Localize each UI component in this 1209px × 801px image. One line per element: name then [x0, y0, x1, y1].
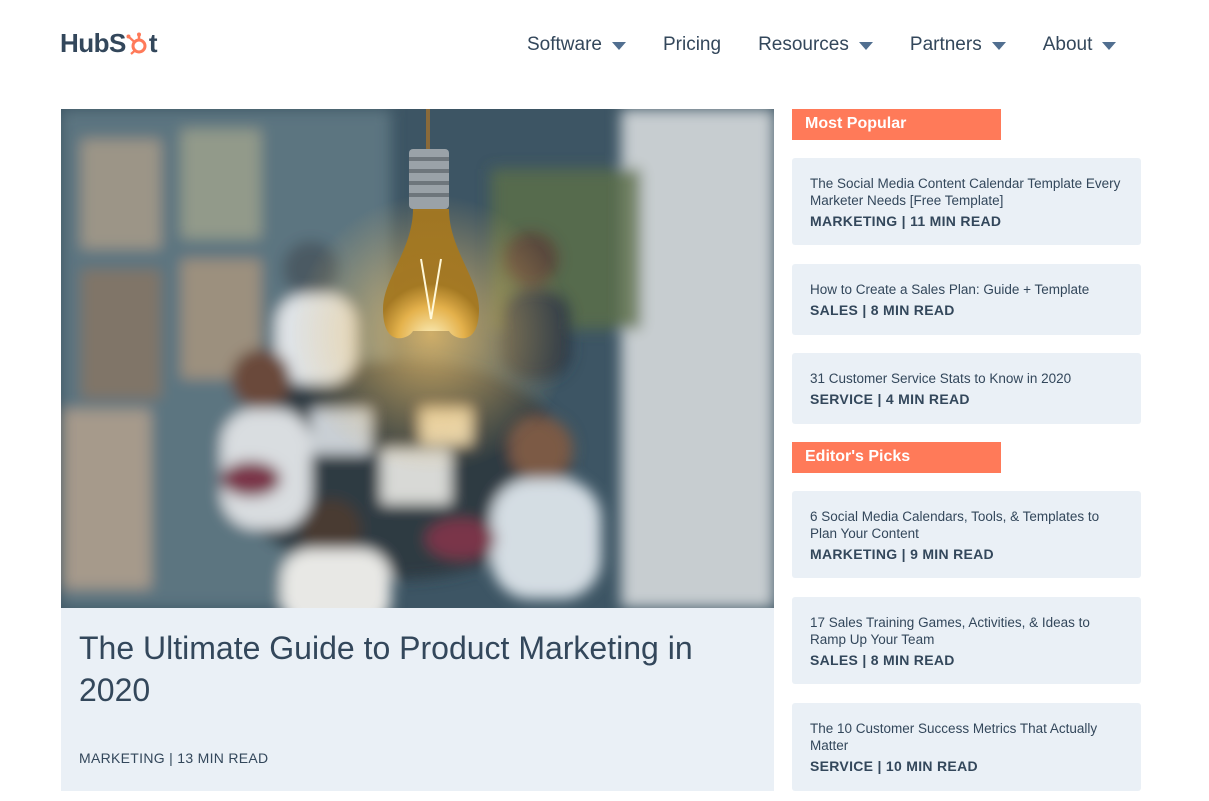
popular-article-meta: SERVICE | 4 MIN READ [810, 391, 970, 407]
chevron-down-icon [858, 42, 873, 50]
featured-article-title[interactable]: The Ultimate Guide to Product Marketing … [79, 627, 759, 711]
editors-pick-card[interactable]: The 10 Customer Success Metrics That Act… [792, 703, 1141, 791]
hubspot-logo[interactable]: HubS t [60, 28, 158, 59]
editors-pick-card[interactable]: 6 Social Media Calendars, Tools, & Templ… [792, 491, 1141, 578]
logo-text-hub: HubS [60, 28, 126, 58]
nav-about-label: About [1042, 34, 1093, 55]
featured-article-card[interactable]: The Ultimate Guide to Product Marketing … [61, 109, 774, 791]
editors-pick-title[interactable]: 6 Social Media Calendars, Tools, & Templ… [810, 508, 1123, 542]
lightbulb-meeting-photo-icon [61, 109, 774, 608]
nav-partners-label: Partners [909, 34, 982, 55]
nav-about[interactable]: About [1043, 34, 1117, 56]
nav-resources[interactable]: Resources [758, 34, 873, 56]
editors-pick-card[interactable]: 17 Sales Training Games, Activities, & I… [792, 597, 1141, 684]
editors-pick-title[interactable]: The 10 Customer Success Metrics That Act… [810, 720, 1123, 754]
logo-text-t: t [148, 28, 158, 58]
most-popular-heading: Most Popular [792, 109, 1001, 140]
popular-article-card[interactable]: The Social Media Content Calendar Templa… [792, 158, 1141, 245]
popular-article-card[interactable]: 31 Customer Service Stats to Know in 202… [792, 353, 1141, 424]
nav-resources-label: Resources [758, 34, 849, 55]
nav-software-label: Software [527, 34, 602, 55]
popular-article-card[interactable]: How to Create a Sales Plan: Guide + Temp… [792, 264, 1141, 335]
editors-pick-meta: SALES | 8 MIN READ [810, 651, 955, 668]
sprocket-icon [126, 32, 147, 55]
nav-pricing-label: Pricing [662, 34, 722, 55]
nav-pricing[interactable]: Pricing [663, 34, 721, 56]
editors-pick-meta: MARKETING | 9 MIN READ [810, 545, 994, 562]
main-nav: Software Pricing Resources Partners Abou… [527, 34, 1153, 56]
chevron-down-icon [991, 42, 1006, 50]
popular-article-title[interactable]: How to Create a Sales Plan: Guide + Temp… [810, 281, 1123, 298]
popular-article-meta: MARKETING | 11 MIN READ [810, 212, 1002, 229]
editors-pick-meta: SERVICE | 10 MIN READ [810, 758, 978, 774]
chevron-down-icon [1102, 42, 1117, 50]
nav-partners[interactable]: Partners [910, 34, 1006, 56]
popular-article-title[interactable]: The Social Media Content Calendar Templa… [810, 175, 1123, 209]
featured-article-meta: MARKETING | 13 MIN READ [79, 750, 269, 766]
chevron-down-icon [611, 42, 626, 50]
featured-article-image[interactable] [61, 109, 774, 608]
popular-article-title[interactable]: 31 Customer Service Stats to Know in 202… [810, 370, 1123, 387]
nav-software[interactable]: Software [527, 34, 626, 56]
editors-picks-heading: Editor's Picks [792, 442, 1001, 473]
popular-article-meta: SALES | 8 MIN READ [810, 302, 955, 318]
editors-pick-title[interactable]: 17 Sales Training Games, Activities, & I… [810, 614, 1123, 648]
